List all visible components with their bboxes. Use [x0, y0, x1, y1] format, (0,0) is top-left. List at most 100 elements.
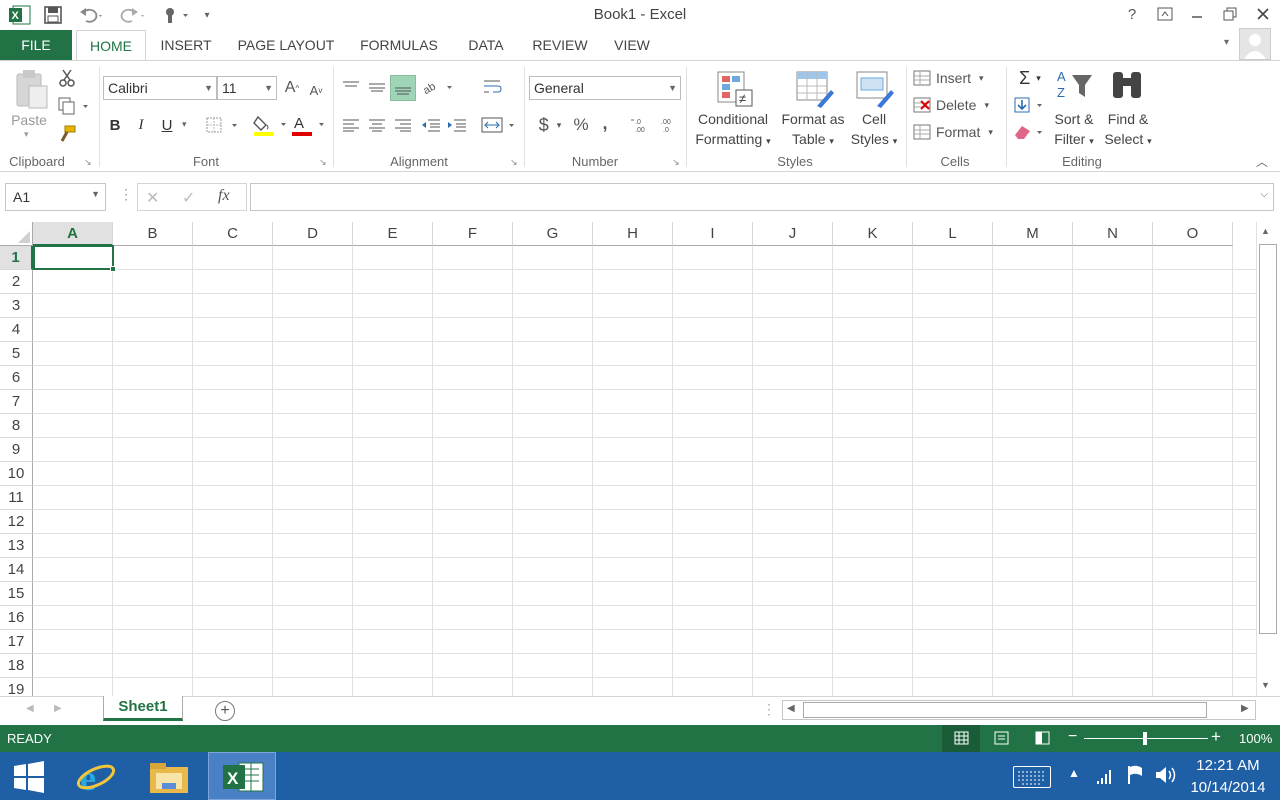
- restore-button[interactable]: [1215, 3, 1245, 25]
- avatar[interactable]: [1239, 28, 1271, 60]
- name-box[interactable]: A1 ▼: [5, 183, 106, 211]
- scroll-sheets-right-icon[interactable]: ▶: [54, 703, 62, 714]
- minimize-button[interactable]: [1182, 3, 1212, 25]
- column-header[interactable]: H: [593, 222, 673, 246]
- accounting-format-button[interactable]: $ ▾: [532, 113, 568, 137]
- zoom-in-icon[interactable]: +: [1211, 727, 1221, 747]
- column-header[interactable]: G: [513, 222, 593, 246]
- fill-handle[interactable]: [110, 266, 116, 272]
- bold-button[interactable]: B: [105, 113, 125, 137]
- column-header[interactable]: C: [193, 222, 273, 246]
- find-select-button[interactable]: Find & Select ▾: [1100, 109, 1156, 151]
- tab-file[interactable]: FILE: [0, 30, 72, 60]
- spreadsheet-grid[interactable]: ABCDEFGHIJKLMNO 1 2 3 4 5 6 7 8 9 10 11 12 13 14 15 16 1…: [0, 222, 1256, 696]
- column-header[interactable]: E: [353, 222, 433, 246]
- column-header[interactable]: I: [673, 222, 753, 246]
- cancel-icon[interactable]: ✕: [146, 188, 159, 208]
- windows-start-icon[interactable]: [12, 760, 48, 794]
- row-header[interactable]: 13: [0, 534, 33, 558]
- collapse-ribbon-icon[interactable]: ︿: [1256, 153, 1268, 170]
- new-sheet-icon[interactable]: +: [215, 701, 235, 721]
- page-break-preview-icon[interactable]: [1033, 730, 1055, 748]
- column-header[interactable]: B: [113, 222, 193, 246]
- show-hidden-icons-icon[interactable]: ▲: [1068, 766, 1080, 780]
- column-header[interactable]: D: [273, 222, 353, 246]
- touch-mode-icon[interactable]: [160, 4, 192, 26]
- row-header[interactable]: 17: [0, 630, 33, 654]
- action-center-flag-icon[interactable]: [1126, 764, 1146, 786]
- excel-taskbar-button[interactable]: X: [208, 752, 276, 800]
- orientation-icon[interactable]: ab: [420, 75, 456, 99]
- top-align-icon[interactable]: [339, 75, 363, 99]
- tab-insert[interactable]: INSERT: [152, 30, 220, 60]
- column-header[interactable]: J: [753, 222, 833, 246]
- align-right-icon[interactable]: [391, 113, 415, 137]
- autosum-button[interactable]: Σ ▾: [1012, 67, 1048, 89]
- scroll-left-icon[interactable]: ◀: [787, 703, 795, 714]
- active-cell[interactable]: [33, 245, 116, 272]
- row-header[interactable]: 15: [0, 582, 33, 606]
- font-launcher-icon[interactable]: ↘: [319, 157, 327, 168]
- horizontal-scroll-thumb[interactable]: [803, 702, 1207, 718]
- paste-button-label[interactable]: Paste: [4, 110, 54, 130]
- touch-keyboard-icon[interactable]: [1013, 766, 1051, 788]
- number-launcher-icon[interactable]: ↘: [672, 157, 680, 168]
- tab-formulas[interactable]: FORMULAS: [352, 30, 446, 60]
- expand-formula-bar-icon[interactable]: ⌵: [1260, 189, 1268, 200]
- tab-page-layout[interactable]: PAGE LAYOUT: [230, 30, 342, 60]
- sheet-tab-sheet1[interactable]: Sheet1: [103, 696, 183, 721]
- increase-indent-icon[interactable]: [445, 113, 469, 137]
- increase-decimal-icon[interactable]: .0.00: [630, 113, 654, 137]
- grow-font-button[interactable]: A ^: [282, 77, 302, 99]
- clipboard-launcher-icon[interactable]: ↘: [84, 157, 92, 168]
- clock-time[interactable]: 12:21 AM: [1188, 757, 1268, 774]
- italic-button[interactable]: I: [131, 113, 151, 137]
- decrease-indent-icon[interactable]: [419, 113, 443, 137]
- zoom-level[interactable]: 100%: [1239, 731, 1272, 746]
- wrap-text-icon[interactable]: [480, 75, 506, 99]
- row-header[interactable]: 5: [0, 342, 33, 366]
- conditional-formatting-button[interactable]: Conditional Formatting ▾: [688, 109, 778, 151]
- internet-explorer-icon[interactable]: e: [76, 757, 116, 798]
- row-header[interactable]: 2: [0, 270, 33, 294]
- sort-filter-button[interactable]: Sort & Filter ▾: [1046, 109, 1102, 151]
- clock-date[interactable]: 10/14/2014: [1186, 779, 1270, 796]
- fill-color-button[interactable]: [252, 111, 290, 139]
- help-button[interactable]: ?: [1117, 3, 1147, 25]
- tab-review[interactable]: REVIEW: [524, 30, 596, 60]
- cell-styles-icon[interactable]: [854, 69, 896, 109]
- normal-view-icon[interactable]: [942, 725, 980, 752]
- insert-cells-button[interactable]: Insert ▾: [913, 67, 999, 89]
- number-format-combo[interactable]: General ▼: [529, 76, 681, 100]
- account-dropdown-icon[interactable]: ▾: [1224, 37, 1229, 48]
- underline-button[interactable]: U: [157, 113, 177, 137]
- row-header[interactable]: 19: [0, 678, 33, 696]
- file-explorer-icon[interactable]: [148, 757, 190, 797]
- tab-data[interactable]: DATA: [456, 30, 516, 60]
- row-header[interactable]: 1: [0, 246, 33, 270]
- format-as-table-icon[interactable]: [794, 69, 836, 109]
- tab-home[interactable]: HOME: [76, 30, 146, 61]
- save-icon[interactable]: [42, 4, 64, 26]
- column-header[interactable]: N: [1073, 222, 1153, 246]
- conditional-formatting-icon[interactable]: ≠: [713, 69, 755, 109]
- row-header[interactable]: 4: [0, 318, 33, 342]
- row-header[interactable]: 10: [0, 462, 33, 486]
- horizontal-scrollbar[interactable]: ◀ ▶: [782, 700, 1256, 720]
- tab-split-grip-icon[interactable]: ⋮: [762, 701, 776, 718]
- row-header[interactable]: 8: [0, 414, 33, 438]
- excel-logo-icon[interactable]: X: [8, 4, 32, 26]
- column-header[interactable]: A: [33, 222, 113, 246]
- network-icon[interactable]: [1096, 766, 1114, 786]
- scroll-up-icon[interactable]: ▲: [1261, 226, 1270, 236]
- row-header[interactable]: 7: [0, 390, 33, 414]
- ribbon-display-options-icon[interactable]: [1150, 3, 1180, 25]
- sort-filter-icon[interactable]: AZ: [1054, 67, 1096, 103]
- decrease-decimal-icon[interactable]: .00.0: [656, 113, 680, 137]
- delete-cells-button[interactable]: Delete ▾: [913, 94, 1001, 116]
- column-header[interactable]: F: [433, 222, 513, 246]
- page-layout-view-icon[interactable]: [992, 730, 1014, 748]
- cut-icon[interactable]: [56, 67, 78, 89]
- fill-button[interactable]: [1012, 94, 1048, 116]
- font-size-combo[interactable]: 11 ▼: [217, 76, 277, 100]
